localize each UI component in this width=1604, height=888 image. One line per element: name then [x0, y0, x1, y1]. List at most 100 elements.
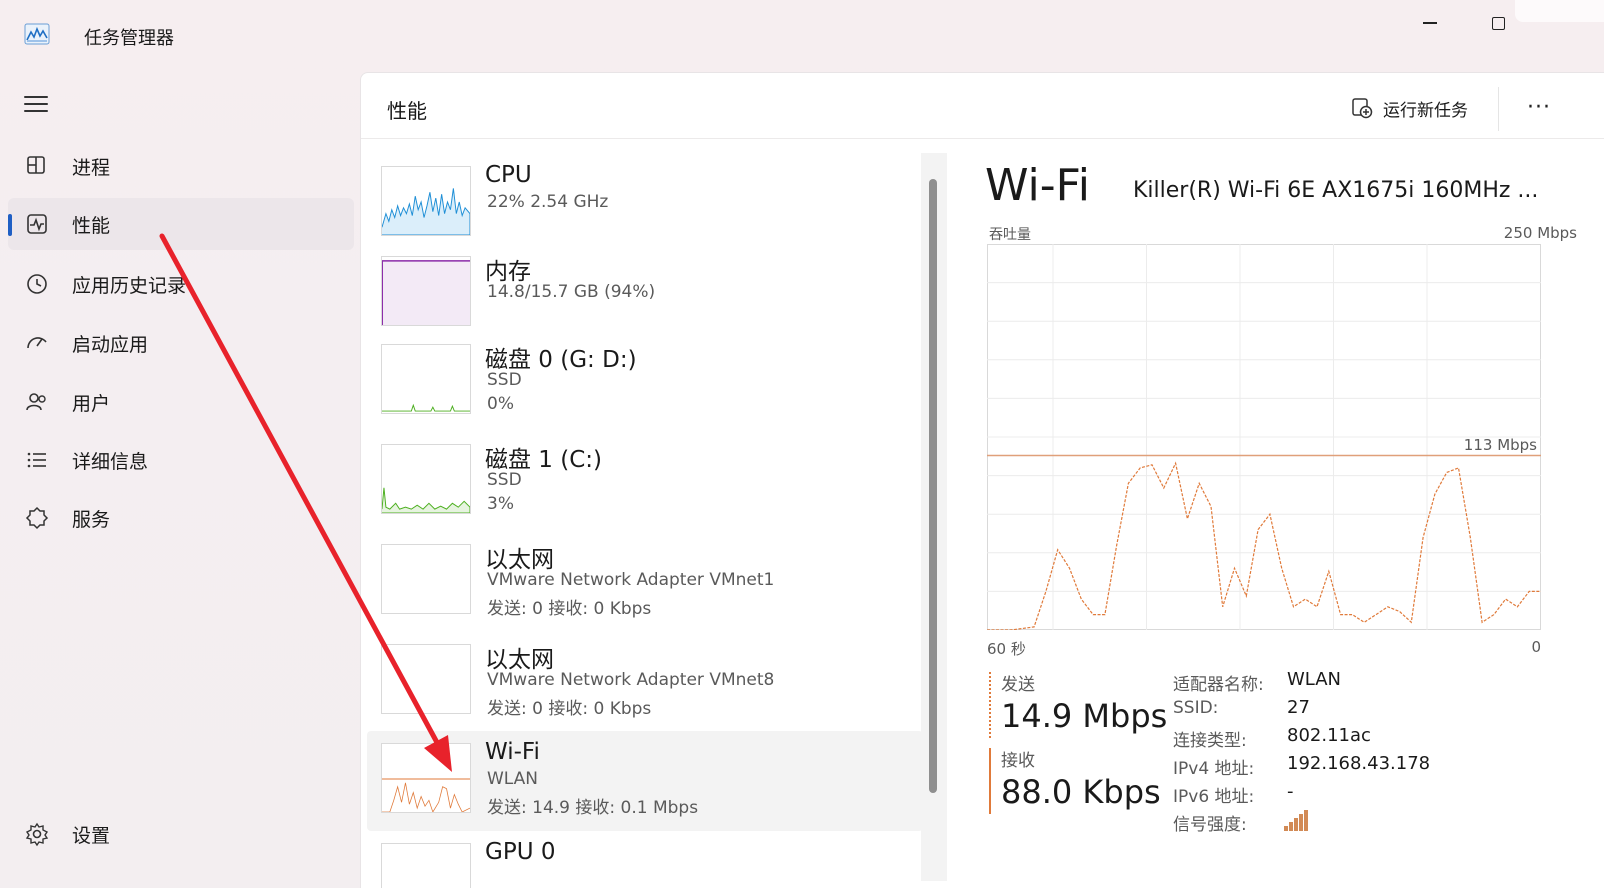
receive-value: 88.0 Kbps [1001, 773, 1161, 811]
device-detail: 14.8/15.7 GB (94%) [487, 282, 656, 302]
device-detail: VMware Network Adapter VMnet8 [487, 670, 775, 690]
device-name: 内存 [485, 259, 531, 285]
more-icon: ··· [1527, 94, 1551, 120]
scrollbar-thumb[interactable] [929, 179, 937, 793]
disk-thumbnail [381, 344, 471, 414]
chart-x-right-label: 0 [1531, 638, 1541, 656]
performance-chart-icon [24, 23, 50, 45]
detail-title: Wi-Fi [985, 160, 1090, 211]
sidebar-item-services[interactable]: 服务 [8, 492, 354, 544]
close-button-area[interactable] [1515, 0, 1604, 22]
prop-label: IPv4 地址: [1173, 759, 1255, 779]
send-value: 14.9 Mbps [1001, 697, 1168, 735]
device-detail: 发送: 0 接收: 0 Kbps [487, 699, 652, 719]
prop-value: 27 [1287, 697, 1310, 718]
title-bar: 任务管理器 [0, 0, 1604, 72]
prop-value: 192.168.43.178 [1287, 753, 1431, 774]
receive-label: 接收 [1001, 751, 1035, 771]
device-detail: 发送: 14.9 接收: 0.1 Mbps [487, 798, 699, 818]
prop-label: SSID: [1173, 698, 1219, 718]
minimize-icon [1423, 22, 1437, 24]
sidebar-item-startup[interactable]: 启动应用 [8, 317, 354, 369]
sidebar-item-label: 性能 [72, 214, 111, 237]
page-header: 性能 运行新任务 ··· [361, 73, 1604, 139]
minimize-button[interactable] [1410, 8, 1450, 38]
wifi-thumbnail [381, 743, 471, 813]
device-wifi[interactable]: Wi-Fi WLAN 发送: 14.9 接收: 0.1 Mbps [367, 731, 923, 831]
device-name: 磁盘 0 (G: D:) [485, 347, 637, 373]
device-detail: 0% [487, 394, 514, 414]
detail-pane: Wi-Fi Killer(R) Wi-Fi 6E AX1675i 160MHz … [947, 140, 1604, 888]
cpu-thumbnail [381, 166, 471, 236]
device-name: 磁盘 1 (C:) [485, 447, 603, 473]
device-name: 以太网 [485, 547, 554, 573]
prop-value: WLAN [1287, 669, 1342, 690]
sidebar-item-label: 进程 [72, 156, 111, 179]
prop-label: IPv6 地址: [1173, 787, 1255, 807]
main-panel: 性能 运行新任务 ··· CPU 22% 2.54 GHz 内存 14.8/15… [360, 72, 1604, 888]
device-name: Wi-Fi [485, 739, 540, 765]
signal-strength-icon [1284, 810, 1308, 831]
startup-icon [27, 337, 47, 349]
services-icon [25, 506, 49, 530]
sidebar-item-app-history[interactable]: 应用历史记录 [8, 258, 354, 310]
device-detail: WLAN [487, 769, 539, 789]
device-detail: 3% [487, 494, 514, 514]
run-new-task-label: 运行新任务 [1383, 100, 1468, 121]
device-disk-0[interactable]: 磁盘 0 (G: D:) SSD 0% [367, 332, 923, 432]
hamburger-icon[interactable] [24, 96, 48, 114]
device-detail: 22% 2.54 GHz [487, 192, 609, 212]
ethernet-thumbnail [381, 644, 471, 714]
chart-reference-label: 113 Mbps [1463, 436, 1537, 454]
memory-thumbnail [381, 256, 471, 326]
device-name: 以太网 [485, 647, 554, 673]
ethernet-thumbnail [381, 544, 471, 614]
gpu-thumbnail [381, 843, 471, 888]
divider [1498, 87, 1499, 131]
more-options-button[interactable]: ··· [1519, 91, 1559, 123]
active-indicator [8, 214, 12, 236]
new-task-icon [1352, 98, 1373, 119]
prop-value: 802.11ac [1287, 725, 1371, 746]
prop-value: - [1287, 781, 1294, 802]
sidebar-item-processes[interactable]: 进程 [8, 140, 354, 192]
device-cpu[interactable]: CPU 22% 2.54 GHz [367, 154, 923, 254]
device-detail: VMware Network Adapter VMnet1 [487, 570, 775, 590]
performance-icon [27, 214, 47, 234]
chart-y-label: 吞吐量 [989, 227, 1031, 243]
device-detail: SSD [487, 470, 522, 490]
receive-indicator [989, 748, 991, 814]
processes-icon [27, 156, 45, 174]
sidebar-item-settings[interactable]: 设置 [8, 808, 354, 860]
device-list: CPU 22% 2.54 GHz 内存 14.8/15.7 GB (94%) 磁… [361, 140, 935, 888]
device-detail: SSD [487, 370, 522, 390]
details-icon [27, 452, 46, 468]
run-new-task-button[interactable]: 运行新任务 [1351, 93, 1468, 123]
sidebar-item-users[interactable]: 用户 [8, 376, 354, 428]
history-icon [27, 274, 47, 294]
device-name: GPU 0 [485, 839, 556, 865]
sidebar-item-label: 用户 [72, 392, 111, 415]
page-title: 性能 [387, 99, 427, 123]
sidebar: 进程 性能 应用历史记录 启动应用 用户 详细信息 服务 设置 [0, 72, 360, 888]
send-label: 发送 [1001, 675, 1035, 695]
device-memory[interactable]: 内存 14.8/15.7 GB (94%) [367, 244, 923, 344]
maximize-icon [1491, 16, 1505, 30]
disk-thumbnail [381, 444, 471, 514]
device-name: CPU [485, 162, 532, 188]
chart-y-max: 250 Mbps [1503, 224, 1577, 242]
prop-label: 连接类型: [1173, 731, 1247, 751]
device-detail: 发送: 0 接收: 0 Kbps [487, 599, 652, 619]
settings-icon [25, 822, 49, 847]
users-icon [26, 393, 46, 411]
device-disk-1[interactable]: 磁盘 1 (C:) SSD 3% [367, 432, 923, 532]
chart-x-left-label: 60 秒 [987, 640, 1026, 658]
device-ethernet-vmnet1[interactable]: 以太网 VMware Network Adapter VMnet1 发送: 0 … [367, 532, 923, 632]
sidebar-item-label: 应用历史记录 [72, 274, 187, 297]
device-ethernet-vmnet8[interactable]: 以太网 VMware Network Adapter VMnet8 发送: 0 … [367, 632, 923, 732]
sidebar-item-details[interactable]: 详细信息 [8, 434, 354, 486]
adapter-name: Killer(R) Wi-Fi 6E AX1675i 160MHz ... [1133, 178, 1539, 203]
device-gpu-0[interactable]: GPU 0 [367, 831, 923, 888]
sidebar-item-performance[interactable]: 性能 [8, 198, 354, 250]
maximize-button[interactable] [1478, 8, 1518, 38]
